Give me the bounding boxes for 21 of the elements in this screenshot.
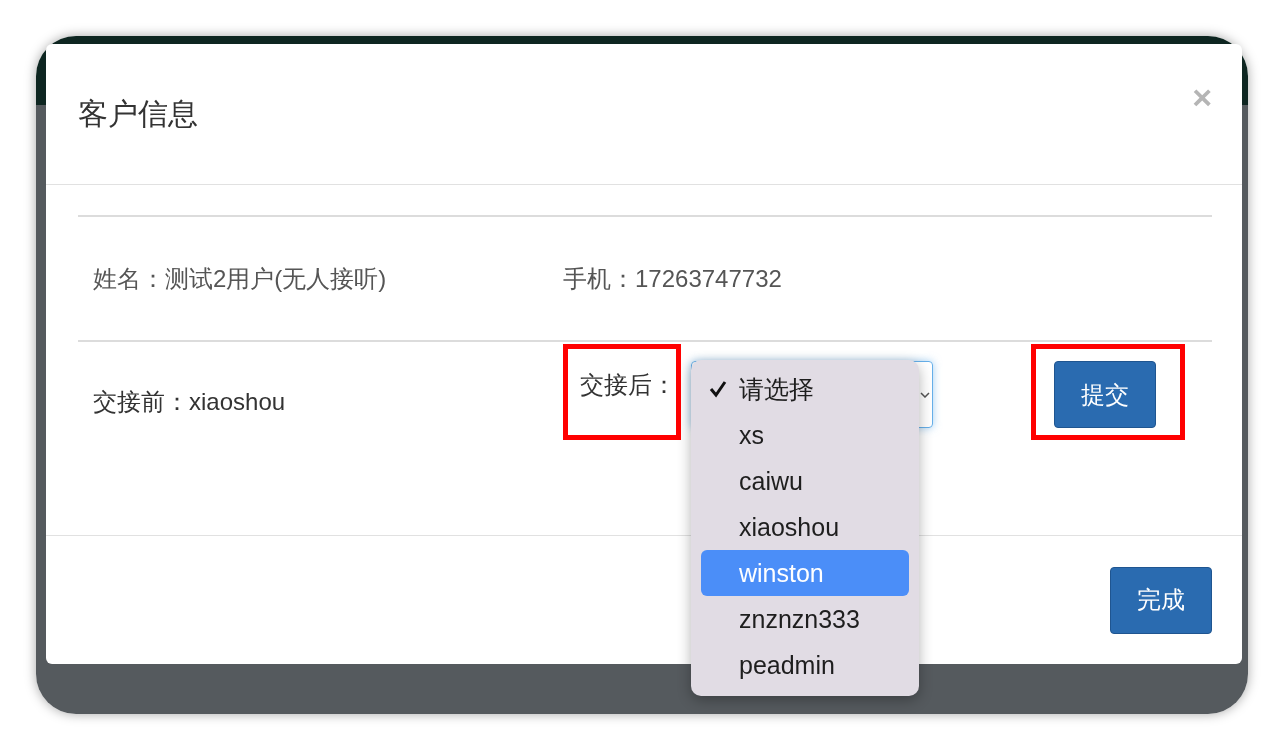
option-label: winston <box>739 558 824 588</box>
after-handover-label: 交接后： <box>580 371 676 398</box>
option-label: peadmin <box>739 650 835 680</box>
info-text: 手机：17263747732 <box>563 264 782 292</box>
done-button[interactable]: 完成 <box>1110 566 1212 634</box>
dropdown-option[interactable]: xiaoshou <box>701 504 909 550</box>
option-label: caiwu <box>739 466 803 496</box>
option-label: xs <box>739 420 764 450</box>
option-label: xiaoshou <box>739 512 840 542</box>
dropdown-option[interactable]: peadmin <box>701 642 909 688</box>
dropdown-option[interactable]: xs <box>701 412 909 458</box>
submit-button[interactable]: 提交 <box>1054 361 1156 428</box>
dialog-title: 客户信息 <box>78 95 198 132</box>
before-handover-text: 交接前：xiaoshou <box>93 388 286 415</box>
option-label: znznzn333 <box>739 604 860 634</box>
chevron-down-icon <box>920 391 930 398</box>
dropdown-option[interactable]: 请选择 <box>701 366 909 412</box>
dropdown-option[interactable]: caiwu <box>701 458 909 504</box>
info-text: 姓名：测试2用户(无人接听) <box>93 264 387 292</box>
option-label: 请选择 <box>739 373 814 405</box>
dropdown-option[interactable]: znznzn333 <box>701 596 909 642</box>
